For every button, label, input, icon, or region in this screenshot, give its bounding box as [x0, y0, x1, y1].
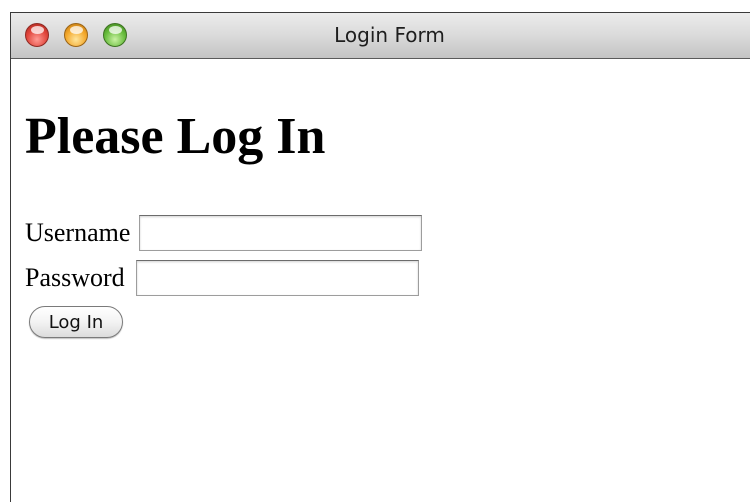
- username-label: Username: [25, 218, 131, 247]
- title-bar[interactable]: Login Form: [11, 13, 750, 59]
- password-label: Password: [25, 263, 125, 292]
- password-field[interactable]: [135, 260, 419, 296]
- log-in-button[interactable]: Log In: [29, 306, 123, 338]
- username-row: Username: [25, 215, 423, 251]
- window-title: Login Form: [334, 23, 445, 47]
- password-row: Password: [25, 260, 419, 296]
- browser-window: Login Form Please Log In Username Passwo…: [10, 12, 750, 502]
- username-field[interactable]: [139, 215, 423, 251]
- page-title: Please Log In: [25, 108, 326, 165]
- page-content: Please Log In Username Password Log In: [11, 59, 750, 502]
